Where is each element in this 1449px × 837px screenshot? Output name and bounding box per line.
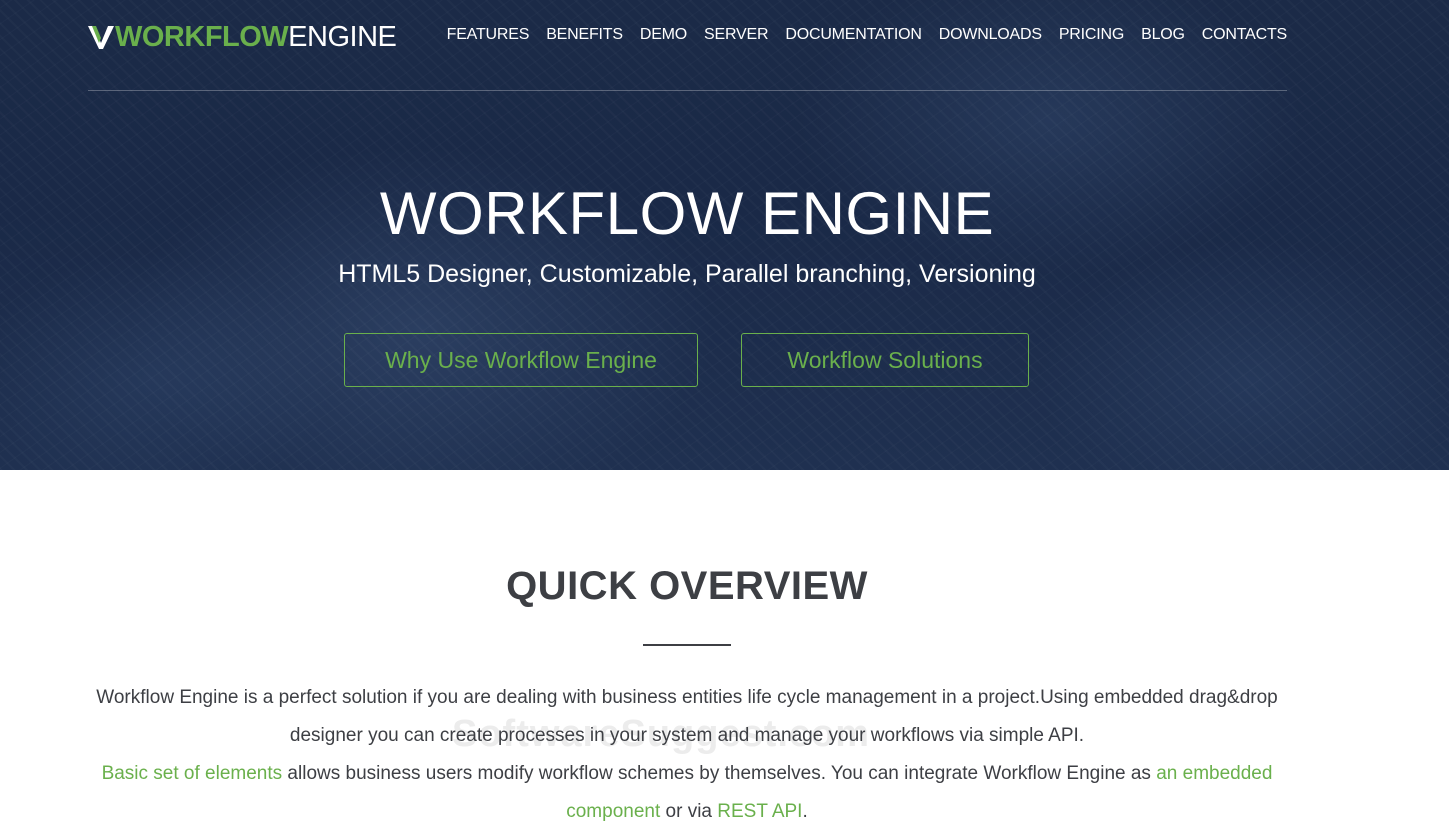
basic-set-of-elements-link[interactable]: Basic set of elements [102, 763, 283, 784]
main-nav: FEATURES BENEFITS DEMO SERVER DOCUMENTAT… [447, 24, 1287, 46]
workflow-solutions-button[interactable]: Workflow Solutions [741, 333, 1029, 387]
nav-item-documentation: DOCUMENTATION [785, 24, 921, 46]
hero-subtitle: HTML5 Designer, Customizable, Parallel b… [0, 258, 1374, 290]
nav-item-pricing: PRICING [1059, 24, 1124, 46]
overview-title: QUICK OVERVIEW [0, 560, 1374, 612]
rest-api-link[interactable]: REST API [717, 801, 802, 822]
nav-link-server[interactable]: SERVER [704, 26, 768, 43]
overview-text-or: or via [660, 801, 717, 822]
nav-divider [88, 90, 1287, 91]
logo-v-icon [88, 24, 114, 50]
hero-section: WORKFLOW ENGINE FEATURES BENEFITS DEMO S… [0, 0, 1449, 470]
nav-item-server: SERVER [704, 24, 768, 46]
nav-link-blog[interactable]: BLOG [1141, 26, 1185, 43]
overview-text-mid: allows business users modify workflow sc… [282, 763, 1156, 784]
nav-item-contacts: CONTACTS [1202, 24, 1287, 46]
nav-link-features[interactable]: FEATURES [447, 26, 530, 43]
overview-paragraph-1: Workflow Engine is a perfect solution if… [96, 687, 1277, 746]
nav-item-blog: BLOG [1141, 24, 1185, 46]
nav-item-benefits: BENEFITS [546, 24, 623, 46]
logo-text-engine: ENGINE [288, 20, 396, 54]
nav-link-demo[interactable]: DEMO [640, 26, 687, 43]
nav-link-contacts[interactable]: CONTACTS [1202, 26, 1287, 43]
nav-link-downloads[interactable]: DOWNLOADS [939, 26, 1042, 43]
nav-item-downloads: DOWNLOADS [939, 24, 1042, 46]
logo-text-workflow: WORKFLOW [115, 20, 288, 54]
site-logo[interactable]: WORKFLOW ENGINE [88, 20, 396, 54]
nav-link-documentation[interactable]: DOCUMENTATION [785, 26, 921, 43]
overview-divider [643, 644, 731, 646]
overview-text-end: . [802, 801, 807, 822]
nav-item-features: FEATURES [447, 24, 530, 46]
nav-item-demo: DEMO [640, 24, 687, 46]
hero-title: WORKFLOW ENGINE [0, 178, 1374, 250]
overview-description: Workflow Engine is a perfect solution if… [90, 679, 1284, 831]
why-use-workflow-engine-button[interactable]: Why Use Workflow Engine [344, 333, 698, 387]
nav-link-pricing[interactable]: PRICING [1059, 26, 1124, 43]
nav-link-benefits[interactable]: BENEFITS [546, 26, 623, 43]
